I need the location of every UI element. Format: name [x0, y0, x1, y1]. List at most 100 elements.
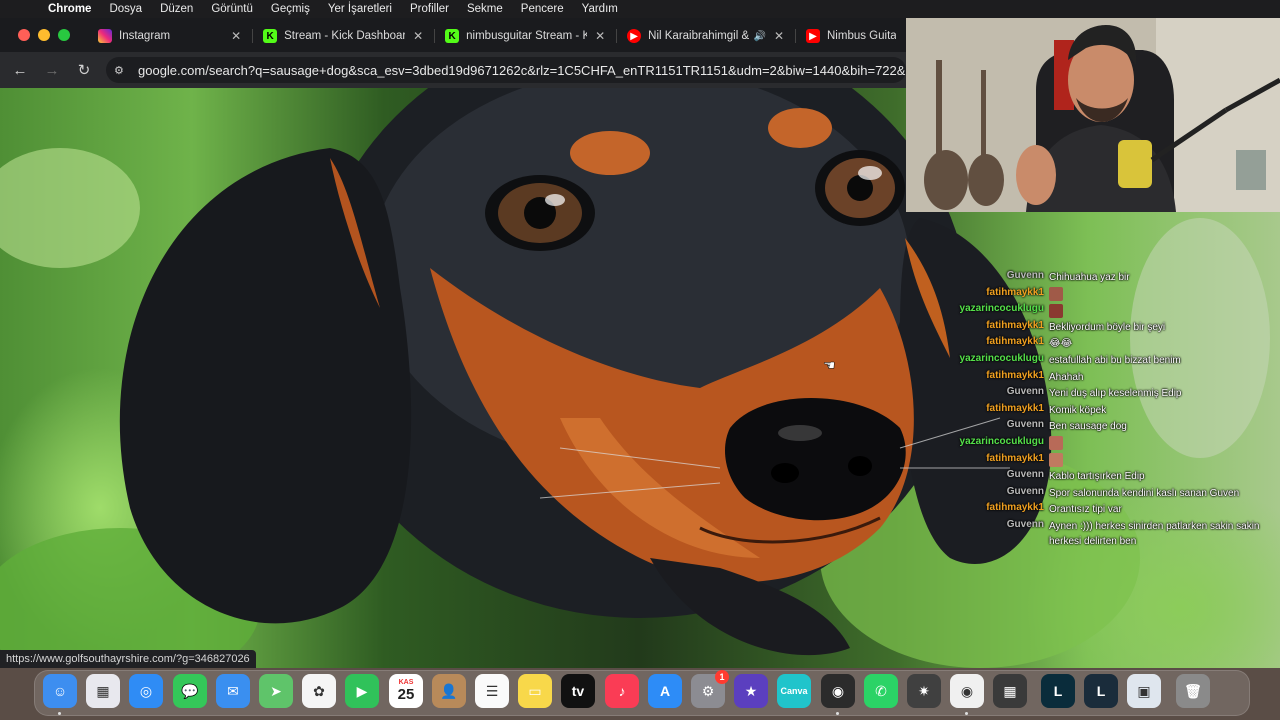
menu-item-profiles[interactable]: Profiller: [401, 3, 458, 15]
instagram-icon: [98, 29, 112, 43]
compressor-icon[interactable]: ✷: [907, 674, 941, 708]
calendar-icon[interactable]: KAS 25: [389, 674, 423, 708]
tab-title: Instagram: [119, 30, 171, 42]
running-indicator: [965, 712, 968, 715]
chat-message: fatihmaykk1 Orantısız tipi var: [940, 502, 1270, 519]
reload-icon[interactable]: ↻: [68, 61, 100, 79]
menu-item-tab[interactable]: Sekme: [458, 3, 512, 15]
chat-username: fatihmaykk1: [986, 369, 1044, 381]
menu-item-bookmarks[interactable]: Yer İşaretleri: [319, 3, 401, 15]
link-preview-status: https://www.golfsouthayrshire.com/?g=346…: [0, 650, 256, 668]
back-icon[interactable]: ←: [4, 62, 36, 79]
chat-message: fatihmaykk1 Komik köpek: [940, 403, 1270, 420]
running-indicator: [58, 712, 61, 715]
notes-icon[interactable]: ▭: [518, 674, 552, 708]
youtube-icon: ▶: [627, 29, 642, 43]
close-tab-icon[interactable]: ✕: [593, 29, 607, 43]
tab-instagram[interactable]: Instagram ✕: [88, 23, 254, 49]
dock: ☺ ▦ ◎ 💬 ✉ ➤ ✿ ▶ KAS 25 👤 ☰ ▭ tv ♪ A ⚙ 1 ★ Canva ◉ ✆ ✷ ◉ ▦ L L ▣ 🗑: [0, 668, 1280, 720]
menu-item-view[interactable]: Görüntü: [202, 3, 262, 15]
menu-item-help[interactable]: Yardım: [573, 3, 627, 15]
maps-icon[interactable]: ➤: [259, 674, 293, 708]
system-settings-icon[interactable]: ⚙ 1: [691, 670, 729, 708]
chat-username: fatihmaykk1: [986, 452, 1044, 464]
finder-icon[interactable]: ☺: [43, 674, 77, 708]
kick-icon: K: [445, 29, 460, 43]
obs-icon[interactable]: ◉: [821, 674, 855, 708]
close-tab-icon[interactable]: ✕: [772, 29, 786, 43]
chat-username: yazarincocuklugu: [959, 352, 1044, 364]
canva-icon[interactable]: Canva: [777, 674, 811, 708]
close-tab-icon[interactable]: ✕: [229, 29, 243, 43]
chat-username: Guvenn: [1006, 485, 1044, 497]
menu-app-name[interactable]: Chrome: [48, 3, 100, 15]
menu-bar: Chrome Dosya Düzen Görüntü Geçmiş Yer İş…: [0, 0, 1280, 18]
safari-icon[interactable]: ◎: [129, 674, 163, 708]
messages-icon[interactable]: 💬: [173, 674, 207, 708]
tab-youtube-nimbus[interactable]: ▶ Nimbus Guita: [796, 23, 906, 49]
address-bar-url[interactable]: google.com/search?q=sausage+dog&sca_esv=…: [138, 63, 905, 78]
chat-username: Guvenn: [1006, 469, 1044, 481]
chat-message: Guvenn Ben sausage dog: [940, 419, 1270, 436]
chat-text: Komik köpek: [1049, 404, 1107, 416]
chat-emote-icon: [1049, 436, 1063, 451]
calendar-month: KAS: [398, 679, 414, 686]
webcam-scene: [906, 0, 1280, 212]
calendar-day: 25: [397, 686, 415, 703]
apple-tv-icon[interactable]: tv: [561, 674, 595, 708]
tab-youtube-nil[interactable]: ▶ Nil Karaibrahimgil & 🔊 ✕: [617, 23, 796, 49]
chat-username: Guvenn: [1006, 518, 1044, 530]
calculator-icon[interactable]: ▦: [993, 674, 1027, 708]
chat-text: Spor salonunda kendini kaslı sanan Guven: [1049, 487, 1240, 499]
menu-item-edit[interactable]: Düzen: [151, 3, 202, 15]
chat-message: Guvenn Spor salonunda kendini kaslı sanan…: [940, 486, 1270, 503]
youtube-icon: ▶: [806, 29, 820, 43]
chat-text: Chihuahua yaz bir: [1049, 272, 1130, 283]
chat-username: fatihmaykk1: [986, 286, 1044, 298]
chat-message: fatihmaykk1 Bekliyordum böyle bir şeyi: [940, 320, 1270, 337]
chat-emote-icon: [1049, 303, 1063, 318]
tab-kick-dashboard[interactable]: K Stream - Kick Dashboard ✕: [253, 23, 436, 49]
chat-username: fatihmaykk1: [986, 402, 1044, 414]
league-of-legends-icon[interactable]: L: [1041, 674, 1075, 708]
address-bar[interactable]: ⚙ google.com/search?q=sausage+dog&sca_es…: [106, 57, 906, 83]
contacts-icon[interactable]: 👤: [432, 674, 466, 708]
trash-icon[interactable]: 🗑: [1176, 674, 1210, 708]
chat-message: Guvenn Yeni duş alıp keselenmiş Edip: [940, 386, 1270, 403]
chat-username: fatihmaykk1: [986, 319, 1044, 331]
speaker-icon[interactable]: 🔊: [754, 31, 766, 42]
whatsapp-icon[interactable]: ✆: [864, 674, 898, 708]
music-icon[interactable]: ♪: [605, 674, 639, 708]
close-tab-icon[interactable]: ✕: [411, 29, 425, 43]
photos-icon[interactable]: ✿: [302, 674, 336, 708]
zoom-window-button[interactable]: [58, 29, 70, 41]
minimize-window-button[interactable]: [38, 29, 50, 41]
forward-icon[interactable]: →: [36, 62, 68, 79]
chat-emote-icon: [1049, 452, 1063, 467]
chat-message: Guvenn Aynen :))) herkes sinirden patlark…: [940, 519, 1270, 549]
chat-emote-icon: [1049, 286, 1063, 301]
menu-item-window[interactable]: Pencere: [512, 3, 573, 15]
chrome-icon[interactable]: ◉: [950, 674, 984, 708]
menu-item-history[interactable]: Geçmiş: [262, 3, 319, 15]
app-store-icon[interactable]: A: [648, 674, 682, 708]
preview-icon[interactable]: ▣: [1127, 674, 1161, 708]
menu-item-file[interactable]: Dosya: [100, 3, 151, 15]
launchpad-icon[interactable]: ▦: [86, 674, 120, 708]
chat-message: fatihmaykk1: [940, 453, 1270, 470]
site-info-icon[interactable]: ⚙: [114, 64, 132, 77]
close-window-button[interactable]: [18, 29, 30, 41]
imovie-icon[interactable]: ★: [734, 674, 768, 708]
reminders-icon[interactable]: ☰: [475, 674, 509, 708]
tab-nimbusguitar-stream[interactable]: K nimbusguitar Stream - Kick ✕: [435, 23, 618, 49]
chat-username: Guvenn: [1006, 270, 1044, 281]
live-chat-overlay: Guvenn Chihuahua yaz bir fatihmaykk1 yaza…: [940, 270, 1270, 549]
chat-username: yazarincocuklugu: [959, 435, 1044, 447]
facetime-icon[interactable]: ▶: [345, 674, 379, 708]
league-client-icon[interactable]: L: [1084, 674, 1118, 708]
chat-message: fatihmaykk1: [940, 287, 1270, 304]
tab-strip: Instagram ✕ K Stream - Kick Dashboard ✕ …: [0, 18, 906, 52]
mail-icon[interactable]: ✉: [216, 674, 250, 708]
chat-text: Bekliyordum böyle bir şeyi: [1049, 321, 1166, 333]
chat-text: Ahahah: [1049, 371, 1084, 383]
